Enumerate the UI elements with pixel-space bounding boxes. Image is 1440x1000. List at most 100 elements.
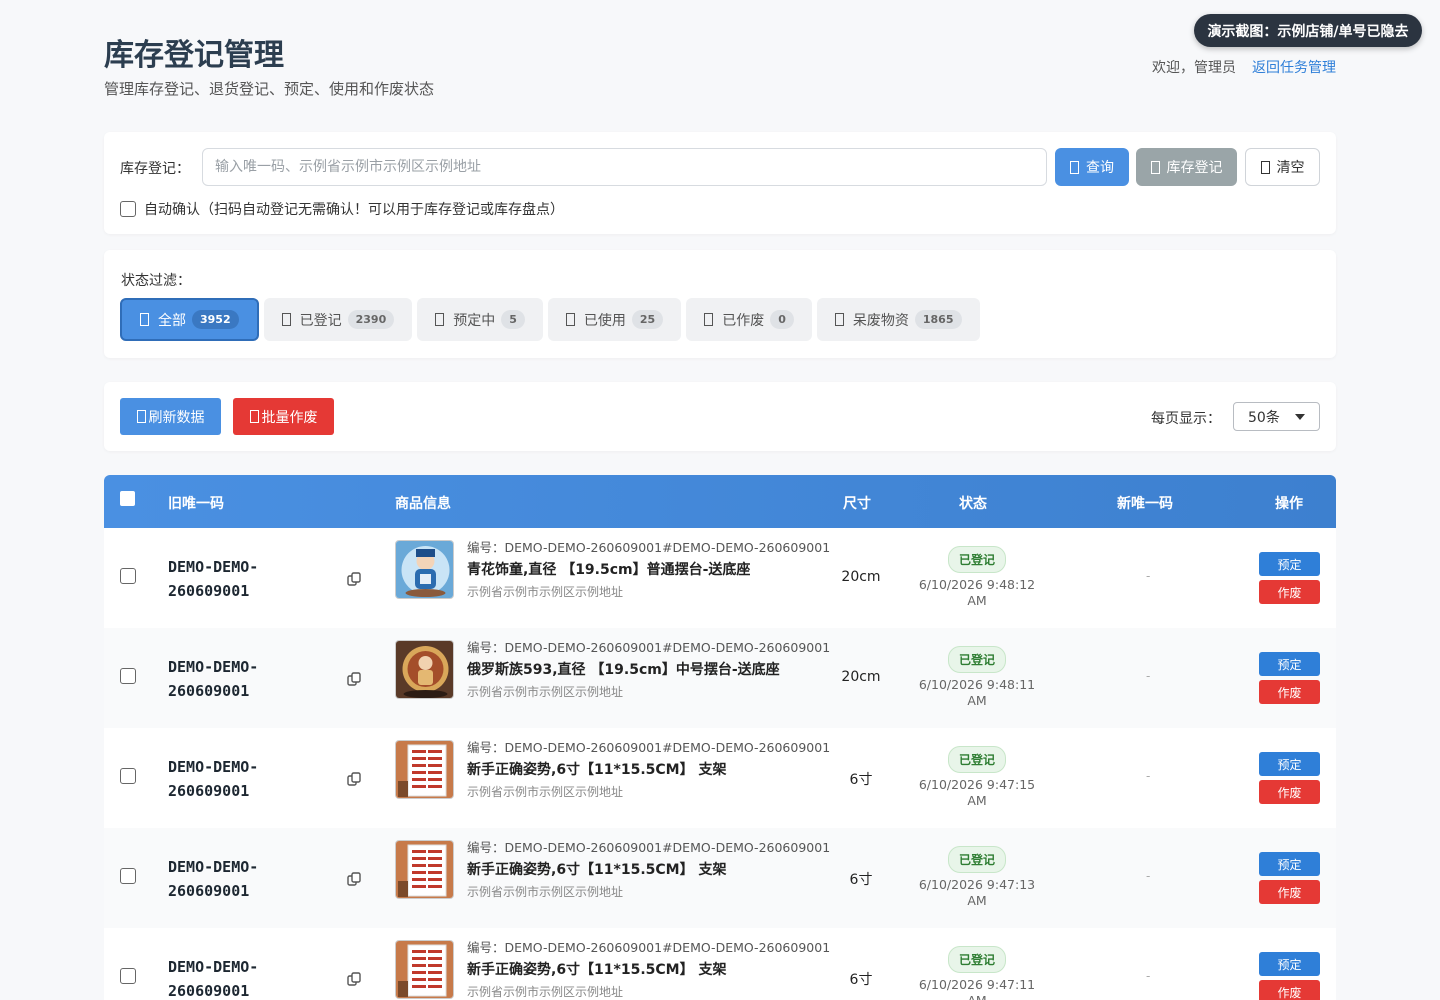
inventory-table: 旧唯一码 商品信息 尺寸 状态 新唯一码 操作 DEMO-DEMO-260609…: [104, 475, 1336, 1000]
filter-label: 已使用: [583, 312, 626, 329]
old-unique-code: DEMO-DEMO-260609001: [168, 658, 259, 700]
registration-input[interactable]: [202, 148, 1047, 186]
product-address: 示例省示例市示例区示例地址: [467, 785, 624, 799]
trash-icon: [249, 410, 259, 423]
refresh-button[interactable]: 刷新数据: [120, 398, 221, 435]
table-header: 旧唯一码 商品信息 尺寸 状态 新唯一码 操作: [104, 475, 1336, 528]
product-info: 编号：DEMO-DEMO-260609001#DEMO-DEMO-2606090…: [467, 940, 837, 1000]
filter-button[interactable]: 呆废物资 1865: [816, 298, 980, 341]
reserve-button[interactable]: 预定: [1259, 752, 1320, 776]
product-code: 编号：DEMO-DEMO-260609001#DEMO-DEMO-2606090…: [467, 840, 831, 855]
product-size: 20cm: [841, 669, 881, 685]
list-icon: [140, 313, 149, 326]
product-name: 青花饰童,直径 【19.5cm】普通摆台-送底座: [467, 562, 751, 578]
status-time: 6/10/2026 9:48:12 AM: [918, 577, 1036, 608]
product-size: 20cm: [841, 569, 881, 585]
filter-label: 已登记: [299, 312, 342, 329]
copy-icon[interactable]: [347, 871, 361, 886]
status-time: 6/10/2026 9:47:15 AM: [918, 777, 1036, 808]
actions-panel: 刷新数据 批量作废 每页显示： 50条: [104, 382, 1336, 451]
table-row: DEMO-DEMO-260609001 编号：DEMO-DEMO-26060900…: [104, 828, 1336, 928]
row-checkbox[interactable]: [120, 668, 136, 684]
clear-button[interactable]: 清空: [1245, 148, 1320, 186]
header-new-code: 新唯一码: [1117, 496, 1173, 512]
product-thumbnail: [395, 940, 454, 999]
query-button[interactable]: 查询: [1055, 148, 1129, 186]
product-thumbnail: [395, 840, 454, 899]
filter-button[interactable]: 已作废 0: [686, 298, 812, 341]
reserve-button[interactable]: 预定: [1259, 552, 1320, 576]
reserve-button[interactable]: 预定: [1259, 952, 1320, 976]
product-address: 示例省示例市示例区示例地址: [467, 585, 624, 599]
void-button[interactable]: 作废: [1259, 680, 1320, 704]
trash-icon: [1260, 160, 1270, 174]
status-cell: 已登记 6/10/2026 9:48:12 AM: [912, 546, 1042, 609]
filter-button[interactable]: 已使用 25: [547, 298, 682, 341]
register-button[interactable]: 库存登记: [1136, 148, 1237, 186]
chevron-down-icon: [1295, 413, 1305, 420]
filter-button[interactable]: 已登记 2390: [263, 298, 413, 341]
welcome-text: 欢迎，管理员: [1152, 60, 1236, 76]
product-name: 新手正确姿势,6寸【11*15.5CM】 支架: [467, 862, 727, 878]
row-checkbox[interactable]: [120, 868, 136, 884]
filter-count: 0: [770, 310, 794, 329]
filter-label: 已作废: [722, 312, 765, 329]
product-code: 编号：DEMO-DEMO-260609001#DEMO-DEMO-2606090…: [467, 540, 831, 555]
header-actions: 操作: [1275, 496, 1303, 512]
select-all-checkbox[interactable]: [120, 491, 135, 506]
row-checkbox[interactable]: [120, 968, 136, 984]
filter-count: 25: [631, 310, 664, 329]
copy-icon[interactable]: [347, 571, 361, 586]
filter-count: 2390: [347, 310, 395, 329]
clear-button-label: 清空: [1276, 160, 1305, 176]
status-badge: 已登记: [947, 646, 1006, 673]
old-unique-code: DEMO-DEMO-260609001: [168, 858, 259, 900]
void-button[interactable]: 作废: [1259, 880, 1320, 904]
void-button[interactable]: 作废: [1259, 780, 1320, 804]
product-address: 示例省示例市示例区示例地址: [467, 685, 624, 699]
batch-void-button-label: 批量作废: [261, 409, 318, 426]
check-circle-icon: [565, 313, 575, 326]
new-unique-code: -: [1146, 569, 1151, 583]
per-page-select[interactable]: 50条: [1233, 402, 1320, 431]
product-thumbnail: [395, 740, 454, 799]
page-title: 库存登记管理: [104, 38, 284, 73]
status-time: 6/10/2026 9:48:11 AM: [918, 677, 1036, 708]
old-unique-code: DEMO-DEMO-260609001: [168, 558, 259, 600]
new-unique-code: -: [1146, 869, 1151, 883]
auto-confirm-checkbox[interactable]: [120, 201, 136, 217]
old-unique-code: DEMO-DEMO-260609001: [168, 758, 259, 800]
row-checkbox[interactable]: [120, 768, 136, 784]
filter-count: 3952: [192, 310, 239, 329]
per-page-label: 每页显示：: [1151, 411, 1221, 427]
reserve-button[interactable]: 预定: [1259, 652, 1320, 676]
refresh-button-label: 刷新数据: [148, 409, 205, 426]
back-to-tasks-link[interactable]: 返回任务管理: [1252, 57, 1336, 77]
filter-button[interactable]: 预定中 5: [417, 298, 543, 341]
product-address: 示例省示例市示例区示例地址: [467, 885, 624, 899]
status-badge: 已登记: [947, 546, 1006, 573]
void-button[interactable]: 作废: [1259, 580, 1320, 604]
status-cell: 已登记 6/10/2026 9:48:11 AM: [912, 646, 1042, 709]
auto-confirm-label: 自动确认（扫码自动登记无需确认！可以用于库存登记或库存盘点）: [144, 202, 564, 218]
copy-icon[interactable]: [347, 671, 361, 686]
status-cell: 已登记 6/10/2026 9:47:13 AM: [912, 846, 1042, 909]
filter-button[interactable]: 全部 3952: [120, 298, 259, 341]
status-time: 6/10/2026 9:47:13 AM: [918, 877, 1036, 908]
new-unique-code: -: [1146, 669, 1151, 683]
batch-void-button[interactable]: 批量作废: [233, 398, 334, 435]
status-badge: 已登记: [947, 846, 1006, 873]
copy-icon[interactable]: [347, 771, 361, 786]
status-badge: 已登记: [947, 946, 1006, 973]
register-button-label: 库存登记: [1166, 160, 1223, 176]
table-row: DEMO-DEMO-260609001 编号：DEMO-DEMO-26060900…: [104, 528, 1336, 628]
auto-confirm-row[interactable]: 自动确认（扫码自动登记无需确认！可以用于库存登记或库存盘点）: [120, 199, 564, 219]
void-button[interactable]: 作废: [1259, 980, 1320, 1000]
reserve-button[interactable]: 预定: [1259, 852, 1320, 876]
header-product-info: 商品信息: [395, 496, 451, 512]
row-checkbox[interactable]: [120, 568, 136, 584]
archive-icon: [834, 313, 844, 326]
copy-icon[interactable]: [347, 971, 361, 986]
registration-label: 库存登记：: [120, 161, 190, 177]
refresh-icon: [136, 410, 146, 423]
